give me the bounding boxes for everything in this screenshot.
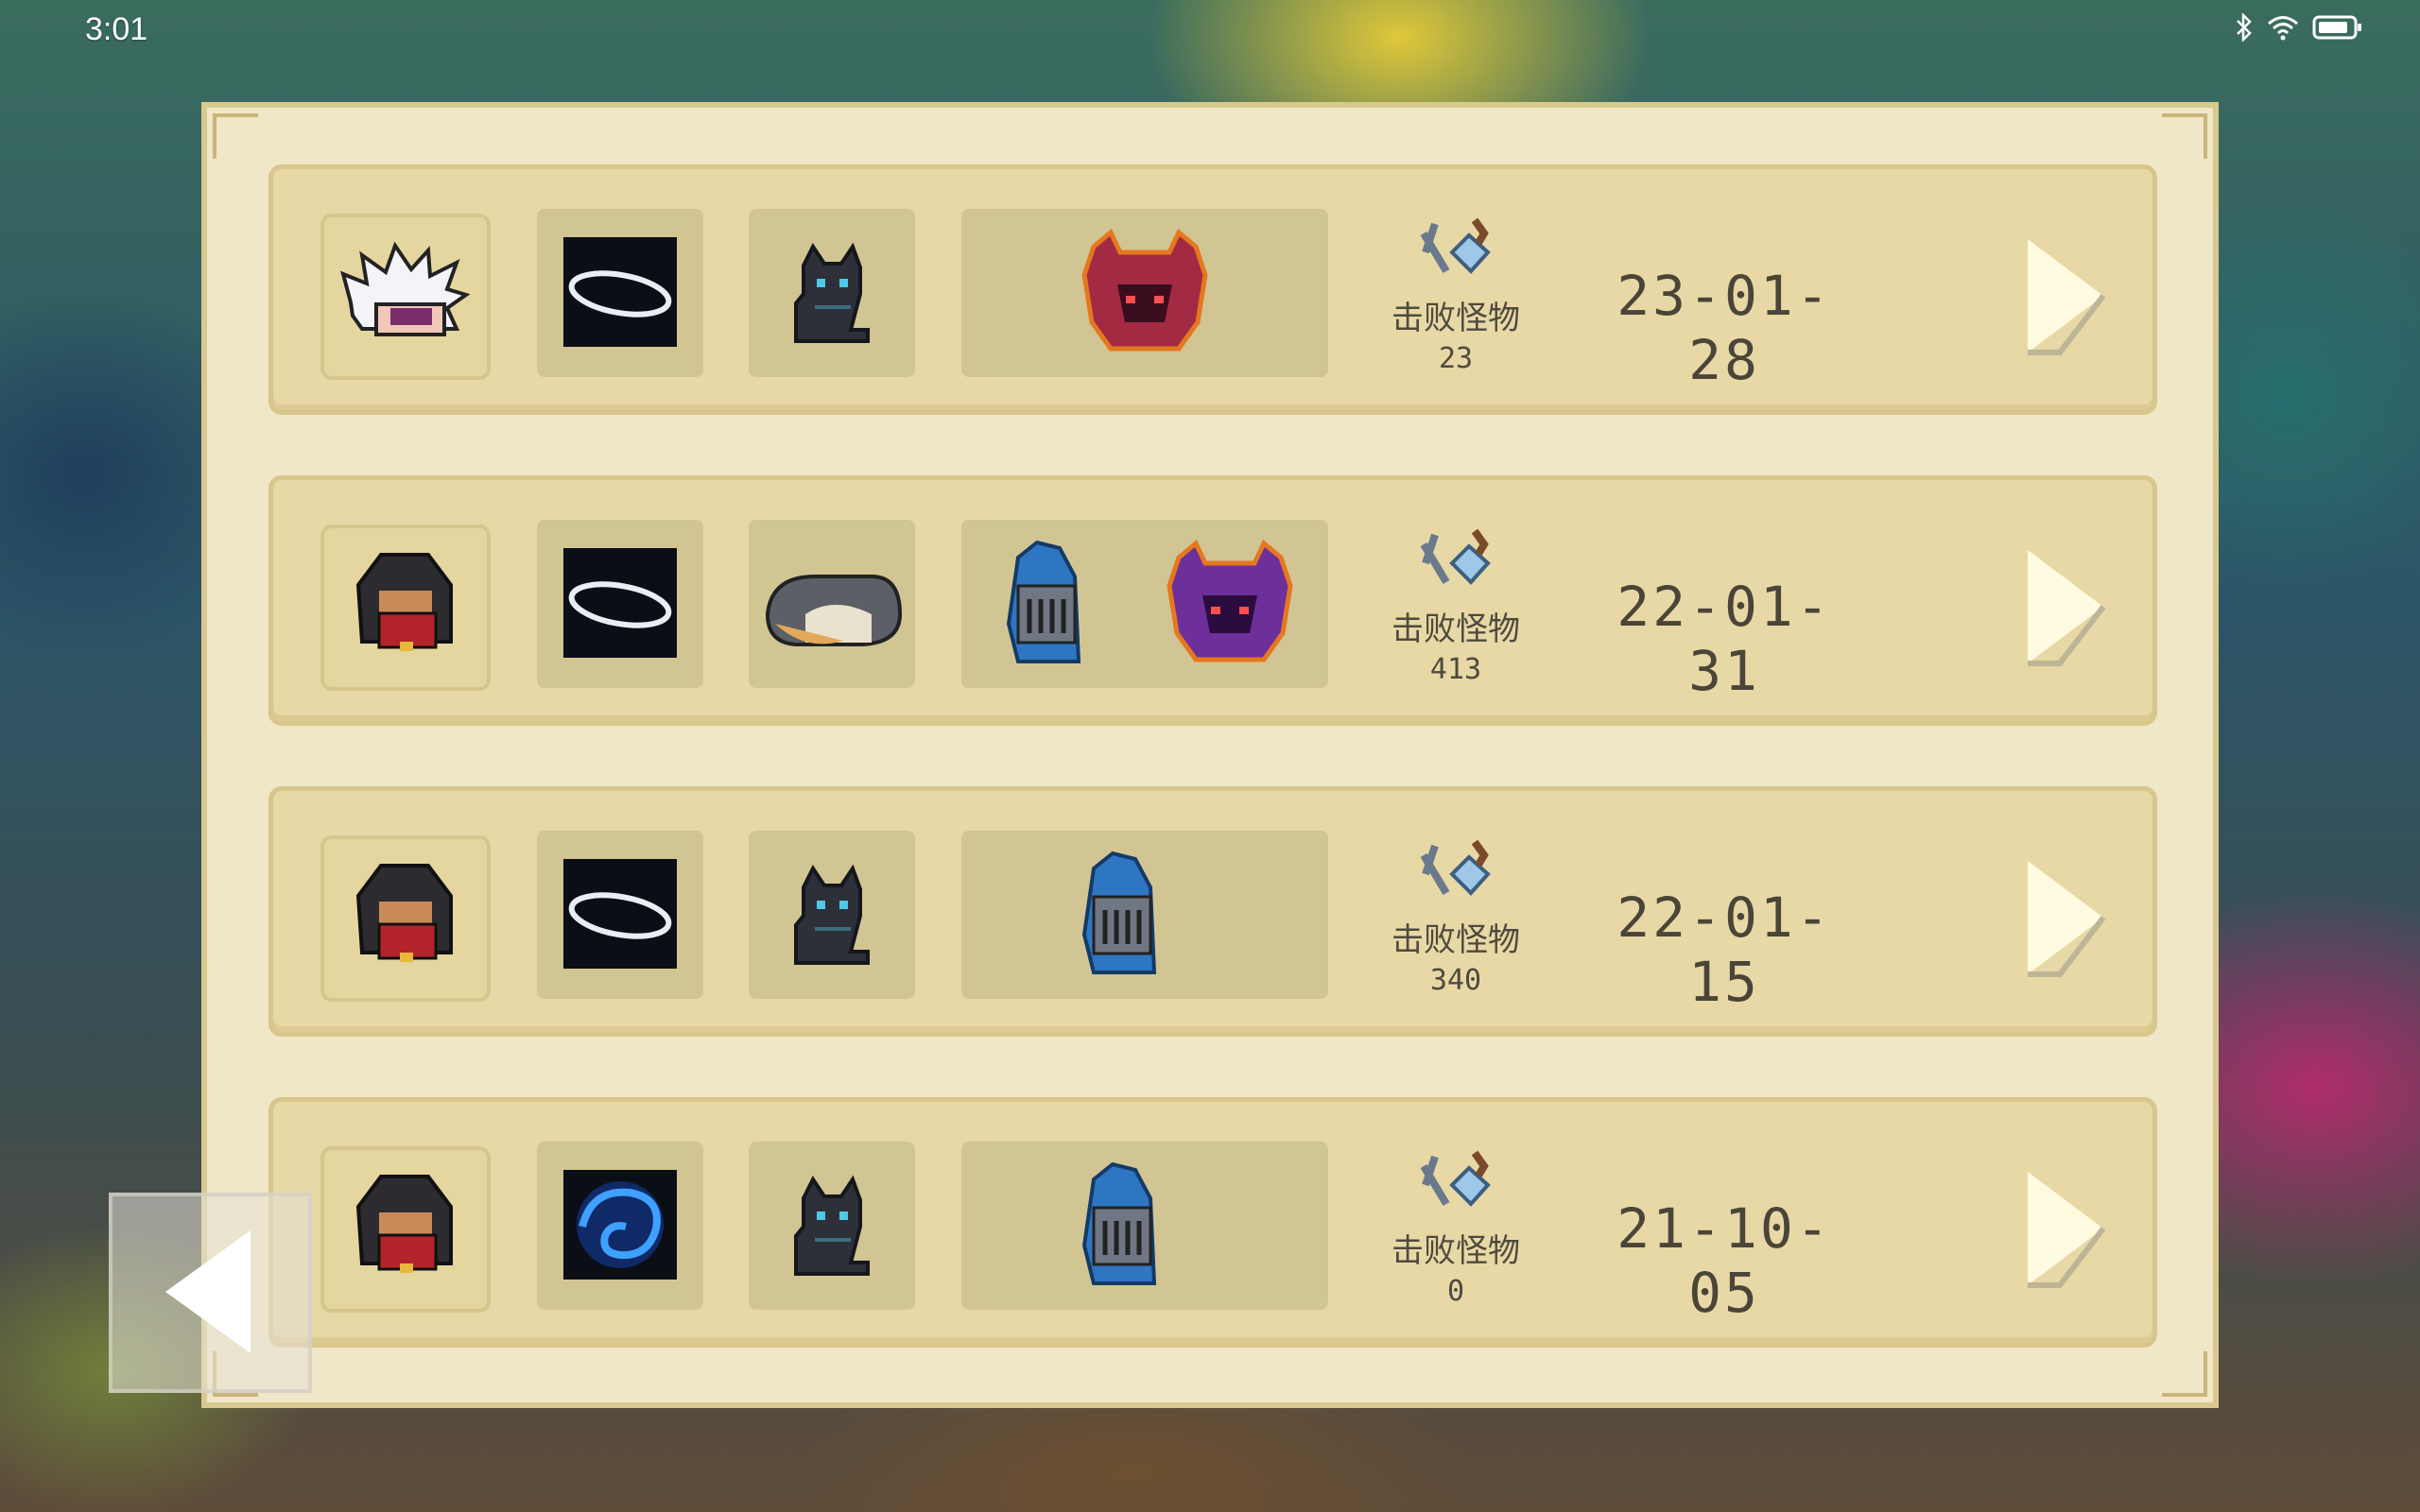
- hooded-rogue-icon: [355, 553, 453, 651]
- record-row: 击败怪物 23 23-01-28: [268, 164, 2157, 415]
- kill-stat-label: 击败怪物: [1392, 300, 1520, 337]
- record-date: 21-10-05: [1616, 1196, 1832, 1325]
- kill-count: 340: [1429, 964, 1482, 997]
- record-row: 击败怪物 340 22-01-15: [268, 786, 2157, 1037]
- panel-corner-ornament: [2162, 1351, 2207, 1397]
- arrow-right-icon: [2028, 861, 2106, 977]
- boss-slot: [961, 209, 1328, 377]
- gray-cat-icon: [765, 575, 903, 646]
- dark-blade-icon: [563, 237, 677, 347]
- hero-slot: [320, 214, 491, 380]
- hooded-rogue-icon: [355, 864, 453, 962]
- wifi-icon: [2267, 14, 2299, 44]
- pet-slot: [749, 831, 915, 999]
- record-date: 23-01-28: [1616, 264, 1832, 392]
- record-detail-button[interactable]: [2022, 857, 2117, 980]
- crossed-swords-icon: [1420, 528, 1491, 585]
- panel-corner-ornament: [213, 113, 258, 159]
- hero-slot: [320, 835, 491, 1002]
- record-detail-button[interactable]: [2022, 235, 2117, 358]
- hero-slot: [320, 524, 491, 691]
- blue-swirl-orb-icon: [563, 1170, 677, 1280]
- kill-stats: 击败怪物 0: [1375, 1147, 1536, 1308]
- kill-stats: 击败怪物 413: [1375, 525, 1536, 686]
- record-date: 22-01-31: [1616, 575, 1832, 703]
- pet-slot: [749, 520, 915, 688]
- red-horned-helmet-icon: [1081, 229, 1208, 352]
- bluetooth-icon: [2235, 11, 2254, 45]
- boss-slot: [961, 1142, 1328, 1310]
- record-row: 击败怪物 0 21-10-05: [268, 1097, 2157, 1348]
- kill-count: 0: [1446, 1275, 1465, 1308]
- record-date: 22-01-15: [1616, 885, 1832, 1014]
- boss-slot: [961, 831, 1328, 999]
- panel-corner-ornament: [2162, 113, 2207, 159]
- purple-horned-helmet-icon: [1167, 540, 1293, 662]
- pet-slot: [749, 209, 915, 377]
- weapon-slot: [537, 831, 703, 999]
- arrow-right-icon: [2028, 550, 2106, 666]
- status-bar: 3:01: [0, 0, 2420, 60]
- blue-knight-helmet-icon: [1081, 850, 1157, 974]
- crossed-swords-icon: [1420, 839, 1491, 896]
- kill-stat-label: 击败怪物: [1392, 921, 1520, 959]
- arrow-right-icon: [2028, 239, 2106, 355]
- weapon-slot: [537, 209, 703, 377]
- record-detail-button[interactable]: [2022, 1168, 2117, 1291]
- battery-icon: [2312, 14, 2363, 44]
- arrow-right-icon: [2028, 1172, 2106, 1288]
- back-button[interactable]: [109, 1193, 312, 1393]
- black-cat-icon: [794, 242, 870, 343]
- boss-slot: [961, 520, 1328, 688]
- kill-stats: 击败怪物 23: [1375, 215, 1536, 375]
- dark-blade-icon: [563, 548, 677, 658]
- dark-blade-icon: [563, 859, 677, 969]
- kill-stat-label: 击败怪物: [1392, 1232, 1520, 1270]
- crossed-swords-icon: [1420, 1150, 1491, 1207]
- records-panel: 击败怪物 23 23-01-28 击败怪物 413 22-01-31 击败怪物 …: [201, 102, 2219, 1408]
- kill-count: 23: [1438, 342, 1474, 375]
- blue-knight-helmet-icon: [1006, 540, 1081, 663]
- hero-slot: [320, 1146, 491, 1313]
- record-detail-button[interactable]: [2022, 546, 2117, 669]
- kill-count: 413: [1429, 653, 1482, 686]
- pet-slot: [749, 1142, 915, 1310]
- black-cat-icon: [794, 864, 870, 965]
- weapon-slot: [537, 520, 703, 688]
- white-haired-hero-icon: [340, 241, 471, 336]
- hooded-rogue-icon: [355, 1175, 453, 1273]
- kill-stat-label: 击败怪物: [1392, 610, 1520, 648]
- crossed-swords-icon: [1420, 217, 1491, 274]
- status-time: 3:01: [85, 11, 148, 47]
- black-cat-icon: [794, 1175, 870, 1276]
- weapon-slot: [537, 1142, 703, 1310]
- record-row: 击败怪物 413 22-01-31: [268, 475, 2157, 726]
- blue-knight-helmet-icon: [1081, 1161, 1157, 1285]
- arrow-left-icon: [165, 1230, 251, 1353]
- kill-stats: 击败怪物 340: [1375, 836, 1536, 997]
